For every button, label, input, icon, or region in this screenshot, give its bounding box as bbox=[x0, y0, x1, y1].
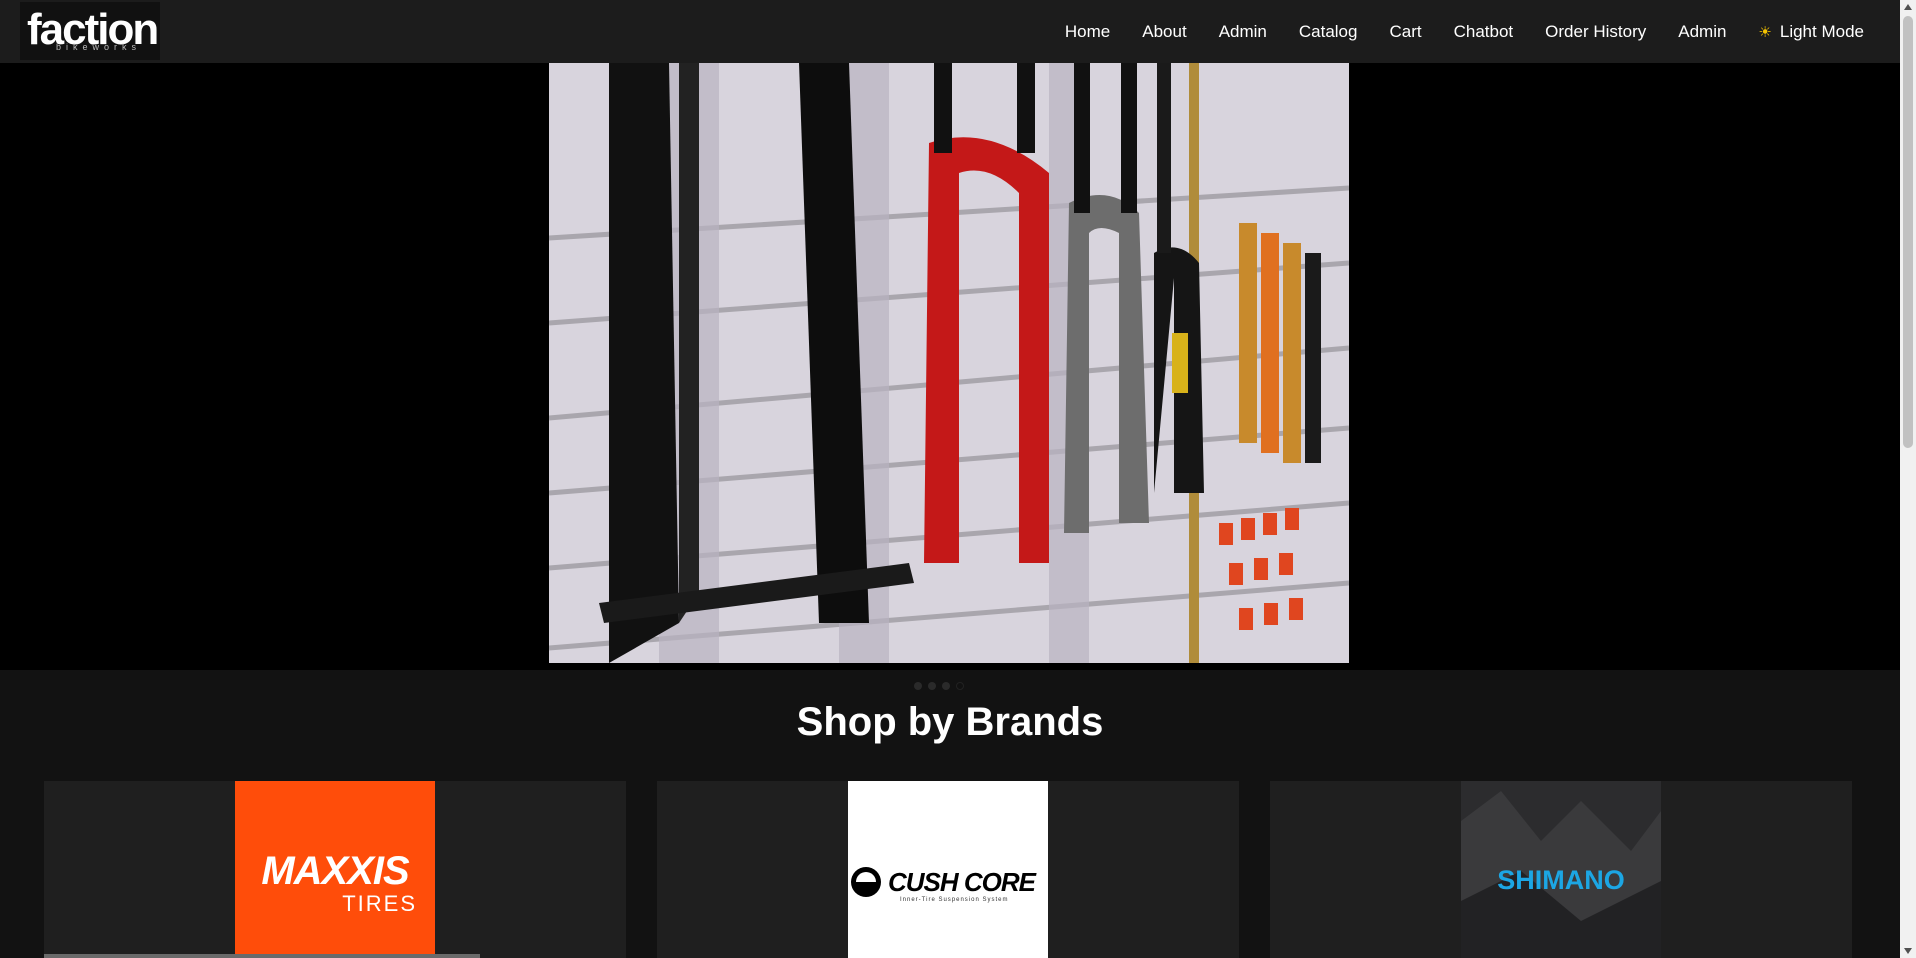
logo-tagline: bikeworks bbox=[56, 42, 142, 52]
scrollbar-thumb[interactable] bbox=[1903, 16, 1913, 448]
nav-about[interactable]: About bbox=[1142, 22, 1186, 42]
carousel-dot[interactable] bbox=[942, 682, 950, 690]
nav-links: Home About Admin Catalog Cart Chatbot Or… bbox=[1033, 0, 1864, 63]
nav-catalog[interactable]: Catalog bbox=[1299, 22, 1358, 42]
maxxis-name: MAXXIS bbox=[261, 849, 409, 893]
brand-card-cushcore[interactable]: CUSH CORE Inner-Tire Suspension System bbox=[657, 781, 1239, 958]
brand-card-maxxis[interactable]: MAXXIS TIRES bbox=[44, 781, 626, 958]
hero-carousel[interactable] bbox=[0, 63, 1900, 670]
cushcore-tagline: Inner-Tire Suspension System bbox=[900, 897, 1009, 903]
nav-order-history[interactable]: Order History bbox=[1545, 22, 1646, 42]
sun-icon: ☀ bbox=[1758, 23, 1772, 41]
carousel-indicators bbox=[914, 682, 964, 690]
horizontal-scroll-indicator bbox=[44, 954, 480, 958]
maxxis-sub: TIRES bbox=[342, 891, 417, 916]
section-title: Shop by Brands bbox=[796, 700, 1104, 744]
nav-home[interactable]: Home bbox=[1065, 22, 1110, 42]
brand-card-shimano[interactable]: SHIMANO bbox=[1270, 781, 1852, 958]
carousel-dot-active[interactable] bbox=[956, 682, 964, 690]
nav-admin[interactable]: Admin bbox=[1219, 22, 1267, 42]
theme-toggle-button[interactable]: ☀ Light Mode bbox=[1758, 22, 1864, 42]
faction-logo[interactable]: faction bikeworks bbox=[20, 2, 160, 60]
carousel-dot[interactable] bbox=[928, 682, 936, 690]
theme-toggle-label: Light Mode bbox=[1779, 21, 1864, 41]
carousel-dot[interactable] bbox=[914, 682, 922, 690]
vertical-scrollbar[interactable] bbox=[1900, 0, 1916, 958]
cushcore-logo: CUSH CORE Inner-Tire Suspension System bbox=[848, 781, 1048, 958]
forks-illustration bbox=[549, 63, 1349, 663]
scroll-down-icon[interactable] bbox=[1904, 948, 1912, 954]
cushcore-mark-icon bbox=[851, 867, 881, 897]
maxxis-logo: MAXXIS TIRES bbox=[235, 781, 435, 958]
navbar: faction bikeworks Home About Admin Catal… bbox=[0, 0, 1900, 63]
shimano-name: SHIMANO bbox=[1497, 865, 1625, 895]
nav-cart[interactable]: Cart bbox=[1389, 22, 1421, 42]
cushcore-name: CUSH CORE bbox=[888, 867, 1036, 897]
shimano-logo: SHIMANO bbox=[1461, 781, 1661, 958]
nav-chatbot[interactable]: Chatbot bbox=[1454, 22, 1514, 42]
nav-admin-2[interactable]: Admin bbox=[1678, 22, 1726, 42]
hero-image bbox=[549, 63, 1349, 663]
scroll-up-icon[interactable] bbox=[1904, 4, 1912, 10]
